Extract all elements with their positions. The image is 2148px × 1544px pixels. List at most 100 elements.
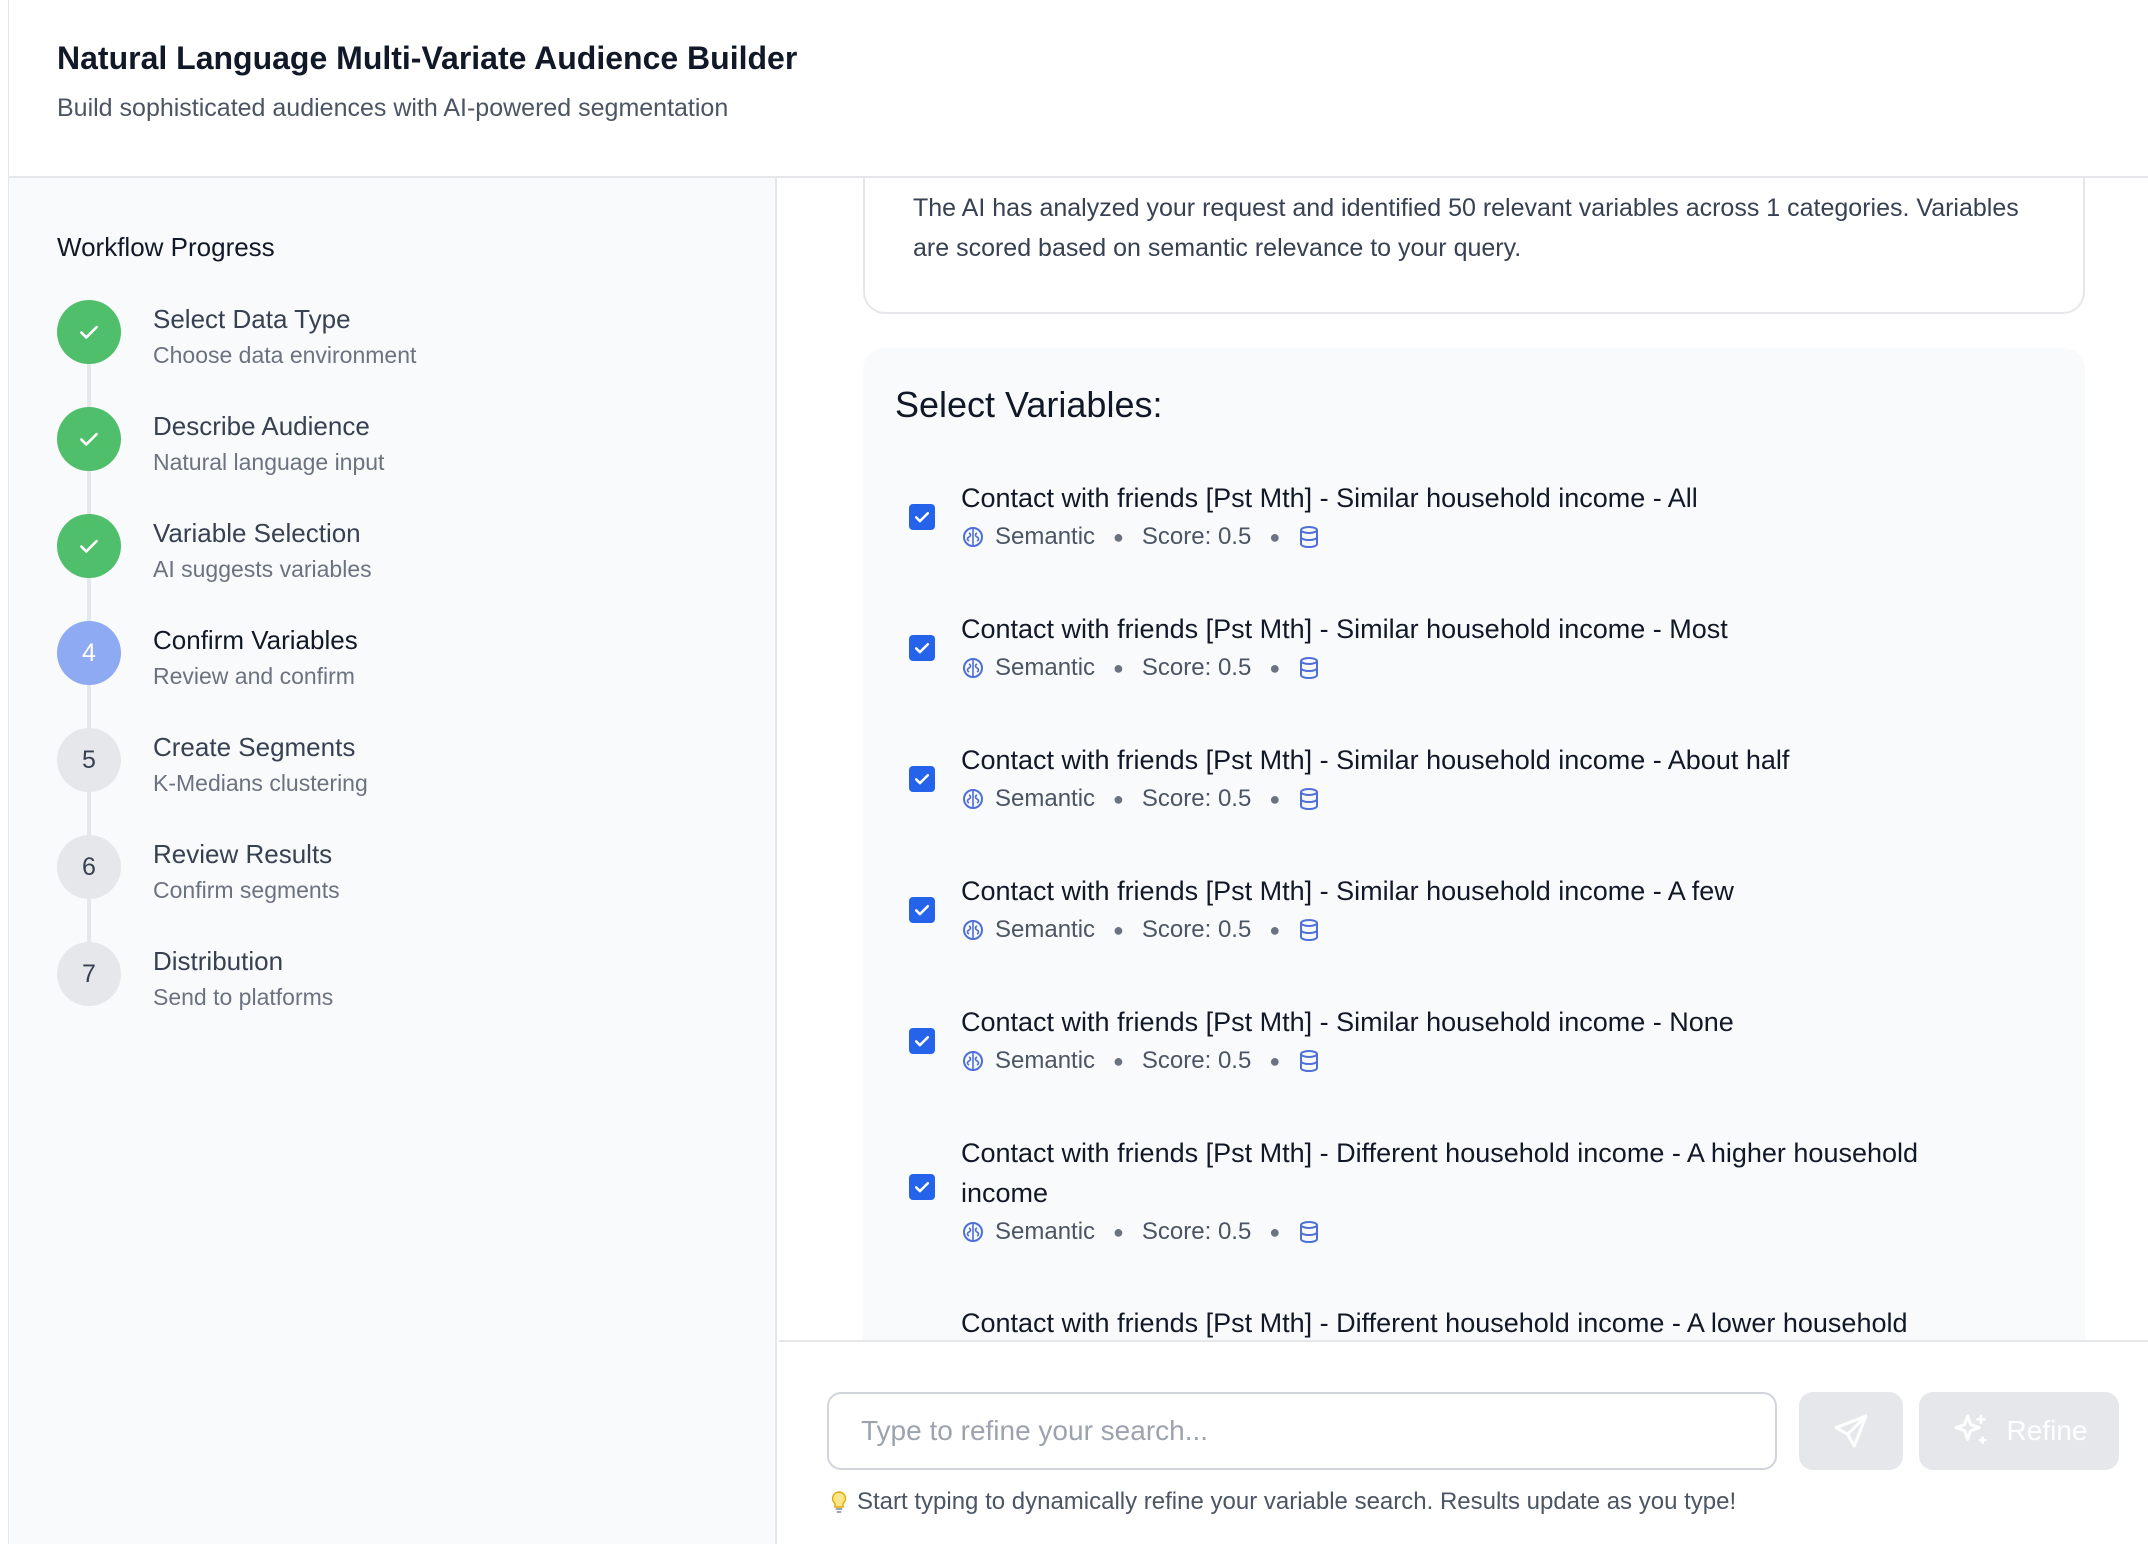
brain-icon <box>963 920 983 940</box>
page-title: Natural Language Multi-Variate Audience … <box>57 40 798 76</box>
brain-icon <box>963 789 983 809</box>
variable-label: Contact with friends [Pst Mth] - Similar… <box>961 745 1790 775</box>
separator-dot: ● <box>1269 526 1281 547</box>
step-description: Review and confirm <box>153 663 355 689</box>
check-icon <box>914 1182 930 1193</box>
step-describe-audience[interactable]: Describe Audience Natural language input <box>57 407 757 497</box>
brain-icon <box>963 527 983 547</box>
variable-match-type: Semantic <box>995 1218 1096 1245</box>
separator-dot: ● <box>1269 1050 1281 1071</box>
variable-match-type: Semantic <box>995 916 1096 943</box>
step-number-badge: 6 <box>57 835 121 899</box>
check-icon <box>914 1036 930 1047</box>
variable-meta: Semantic ● Score: 0.5 ● <box>961 1215 1320 1249</box>
step-number-badge: 5 <box>57 728 121 792</box>
separator-dot: ● <box>1269 788 1281 809</box>
step-description: AI suggests variables <box>153 556 372 582</box>
variable-checkbox[interactable] <box>909 504 935 530</box>
variable-checkbox[interactable] <box>909 897 935 923</box>
variable-meta: Semantic ● Score: 0.5 ● <box>961 651 1320 685</box>
step-completed-indicator <box>57 514 121 578</box>
step-name: Distribution <box>153 946 284 976</box>
refine-button[interactable]: Refine <box>1919 1392 2119 1470</box>
step-completed-indicator <box>57 407 121 471</box>
select-variables-heading: Select Variables: <box>895 384 1163 425</box>
check-icon <box>914 905 930 916</box>
variable-score: Score: 0.5 <box>1141 1047 1252 1074</box>
step-confirm-variables[interactable]: 4 Confirm Variables Review and confirm <box>57 621 757 711</box>
main-content[interactable]: The AI has analyzed your request and ide… <box>779 178 2148 1340</box>
variable-score: Score: 0.5 <box>1141 785 1252 812</box>
separator-dot: ● <box>1269 1221 1281 1242</box>
step-description: K-Medians clustering <box>153 770 368 796</box>
brain-icon <box>963 1222 983 1242</box>
step-number-badge: 4 <box>57 621 121 685</box>
check-icon <box>914 643 930 654</box>
variable-match-type: Semantic <box>995 1047 1096 1074</box>
analysis-info-card: The AI has analyzed your request and ide… <box>863 178 2085 314</box>
page-header: Natural Language Multi-Variate Audience … <box>9 0 2148 178</box>
step-review-results[interactable]: 6 Review Results Confirm segments <box>57 835 757 925</box>
separator-dot: ● <box>1269 657 1281 678</box>
step-name: Create Segments <box>153 732 356 762</box>
variable-match-type: Semantic <box>995 654 1096 681</box>
variable-checkbox[interactable] <box>909 1174 935 1200</box>
variable-checkbox[interactable] <box>909 1028 935 1054</box>
separator-dot: ● <box>1113 1221 1124 1242</box>
analysis-info-text: The AI has analyzed your request and ide… <box>913 194 2019 262</box>
sparkles-icon <box>1954 1414 1987 1444</box>
check-icon <box>80 325 98 339</box>
variable-label: Contact with friends [Pst Mth] - Differe… <box>961 1308 1908 1338</box>
variable-label: Contact with friends [Pst Mth] - Similar… <box>961 1007 1734 1037</box>
refine-search-input[interactable] <box>827 1392 1777 1470</box>
app-window: Natural Language Multi-Variate Audience … <box>8 0 2148 1544</box>
refine-hint-text: Start typing to dynamically refine your … <box>857 1488 1737 1515</box>
variable-meta: Semantic ● Score: 0.5 ● <box>961 520 1320 554</box>
database-icon <box>1300 657 1319 680</box>
database-icon <box>1300 788 1319 811</box>
step-distribution[interactable]: 7 Distribution Send to platforms <box>57 942 757 1032</box>
step-name: Review Results <box>153 839 333 869</box>
variable-score: Score: 0.5 <box>1141 523 1252 550</box>
database-icon <box>1300 526 1319 549</box>
step-description: Confirm segments <box>153 877 340 903</box>
separator-dot: ● <box>1113 526 1124 547</box>
variable-match-type: Semantic <box>995 523 1096 550</box>
step-number-badge: 7 <box>57 942 121 1006</box>
refine-button-label: Refine <box>2006 1415 2088 1446</box>
separator-dot: ● <box>1113 657 1124 678</box>
check-icon <box>80 432 98 446</box>
brain-icon <box>963 1051 983 1071</box>
separator-dot: ● <box>1269 919 1281 940</box>
lightbulb-icon <box>831 1491 847 1513</box>
separator-dot: ● <box>1113 919 1124 940</box>
brain-icon <box>963 658 983 678</box>
variable-label: Contact with friends [Pst Mth] - Similar… <box>961 483 1698 513</box>
refine-hint: Start typing to dynamically refine your … <box>829 1488 1736 1516</box>
check-icon <box>914 512 930 523</box>
step-name: Confirm Variables <box>153 625 358 655</box>
variable-score: Score: 0.5 <box>1141 916 1252 943</box>
database-icon <box>1300 1050 1319 1073</box>
step-select-data-type[interactable]: Select Data Type Choose data environment <box>57 300 757 390</box>
send-button[interactable] <box>1799 1392 1903 1470</box>
refine-search-bar: Refine Start typing to dynamically refin… <box>779 1340 2148 1544</box>
variable-meta: Semantic ● Score: 0.5 ● <box>961 782 1320 816</box>
page-subtitle: Build sophisticated audiences with AI-po… <box>57 94 729 122</box>
variable-label: Contact with friends [Pst Mth] - Similar… <box>961 614 1728 644</box>
workflow-sidebar: Workflow Progress Select Data Type Choos… <box>9 178 777 1544</box>
variable-score: Score: 0.5 <box>1141 1218 1252 1245</box>
variable-checkbox[interactable] <box>909 635 935 661</box>
step-name: Select Data Type <box>153 304 351 334</box>
step-variable-selection[interactable]: Variable Selection AI suggests variables <box>57 514 757 604</box>
variable-label: Contact with friends [Pst Mth] - Similar… <box>961 876 1734 906</box>
database-icon <box>1300 1221 1319 1244</box>
variable-match-type: Semantic <box>995 785 1096 812</box>
variable-score: Score: 0.5 <box>1141 654 1252 681</box>
variable-meta: Semantic ● Score: 0.5 ● <box>961 913 1320 947</box>
database-icon <box>1300 919 1319 942</box>
separator-dot: ● <box>1113 788 1124 809</box>
send-icon <box>1834 1414 1868 1448</box>
step-create-segments[interactable]: 5 Create Segments K-Medians clustering <box>57 728 757 818</box>
variable-checkbox[interactable] <box>909 766 935 792</box>
